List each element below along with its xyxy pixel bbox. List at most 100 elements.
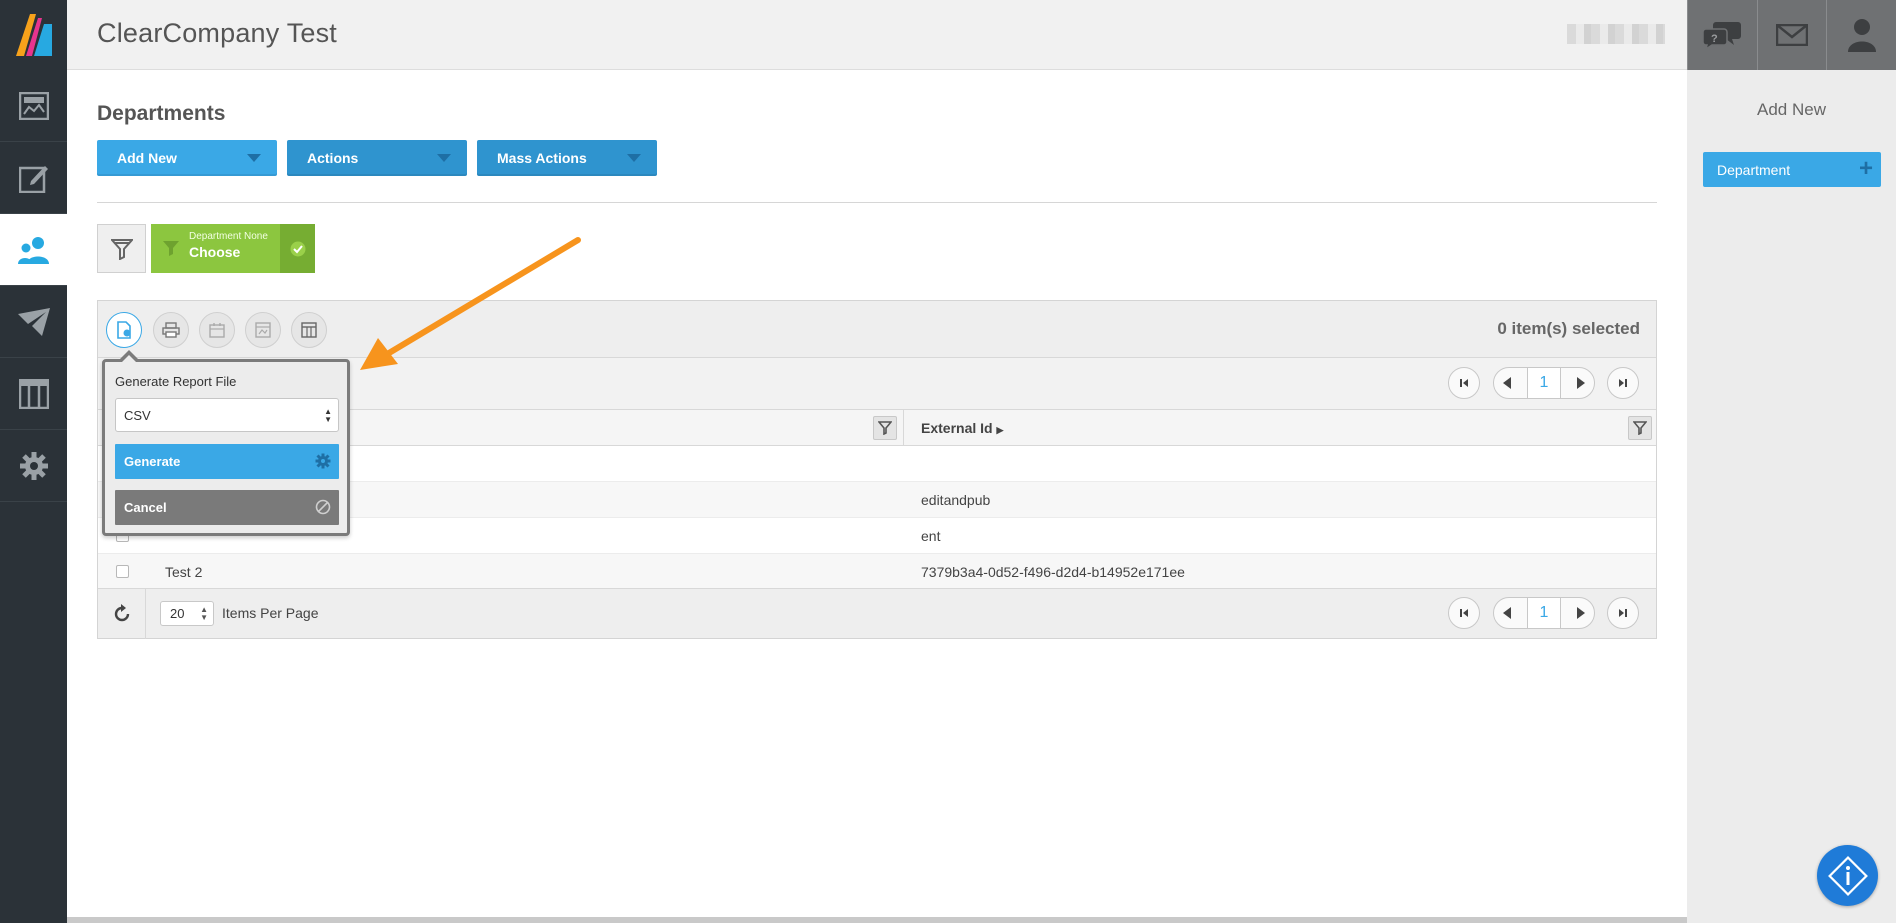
profile-button[interactable] (1826, 0, 1896, 70)
row-external-id: editandpub (921, 492, 991, 508)
mail-icon (1776, 24, 1808, 46)
next-icon (1577, 607, 1585, 619)
app-title: ClearCompany Test (97, 18, 338, 48)
first-page-icon (1460, 609, 1468, 617)
generate-label: Generate (124, 454, 181, 469)
svg-text:?: ? (1711, 33, 1718, 45)
popover-pointer-inner (122, 355, 136, 362)
check-circle-icon (290, 241, 305, 256)
refresh-icon (114, 604, 129, 622)
next-page-button[interactable] (1574, 606, 1588, 625)
columns-button[interactable] (291, 312, 327, 348)
cancel-label: Cancel (124, 500, 167, 515)
divider (97, 202, 1657, 203)
select-spinner-icon: ▲ ▼ (324, 407, 332, 424)
add-department-button[interactable]: Department + (1703, 152, 1881, 187)
items-per-page-value: 20 (170, 606, 185, 621)
filter-icon (878, 421, 892, 435)
column-divider (903, 410, 904, 446)
next-page-button[interactable] (1574, 376, 1588, 395)
header-actions: ? (1687, 0, 1896, 70)
send-icon (17, 307, 50, 336)
app-logo[interactable] (0, 0, 67, 70)
add-new-label: Add New (117, 150, 177, 166)
row-external-id: 7379b3a4-0d52-f496-d2d4-b14952e171ee (921, 564, 1185, 580)
nav-send[interactable] (0, 286, 67, 358)
actions-label: Actions (307, 150, 359, 166)
page-nav: 1 (1493, 597, 1595, 629)
file-export-icon (117, 321, 131, 339)
ban-icon (315, 499, 331, 515)
refresh-button[interactable] (98, 589, 146, 639)
first-page-button[interactable] (1448, 367, 1480, 399)
chevron-down-icon (247, 154, 261, 162)
current-page[interactable]: 1 (1527, 598, 1561, 628)
report-format-select[interactable]: CSV ▲ ▼ (115, 398, 339, 432)
mail-button[interactable] (1756, 0, 1827, 70)
printer-icon (162, 322, 180, 338)
name-column-filter[interactable] (873, 416, 897, 440)
gear-icon (19, 451, 48, 480)
current-page[interactable]: 1 (1527, 368, 1561, 398)
calendar-icon (209, 323, 225, 338)
items-per-page-select[interactable]: 20 ▲ ▼ (160, 601, 214, 626)
schedule-button[interactable] (199, 312, 235, 348)
prev-page-button[interactable] (1500, 376, 1514, 395)
bottom-scrollbar[interactable] (67, 917, 1687, 923)
first-page-button[interactable] (1448, 597, 1480, 629)
chip-value: Choose (189, 244, 241, 260)
last-page-icon (1619, 609, 1627, 617)
gear-icon (315, 453, 331, 469)
prev-icon (1503, 607, 1511, 619)
last-page-button[interactable] (1607, 367, 1639, 399)
edit-icon (18, 165, 48, 193)
chevron-down-icon (627, 154, 641, 162)
add-department-label: Department (1717, 161, 1791, 178)
table-columns-icon (301, 322, 317, 338)
prev-page-button[interactable] (1500, 606, 1514, 625)
actions-dropdown[interactable]: Actions (287, 140, 467, 176)
prev-icon (1503, 377, 1511, 389)
first-page-icon (1460, 379, 1468, 387)
print-button[interactable] (153, 312, 189, 348)
nav-people[interactable] (0, 214, 67, 286)
external-id-column-filter[interactable] (1628, 416, 1652, 440)
last-page-icon (1619, 379, 1627, 387)
export-report-button[interactable] (106, 312, 142, 348)
nav-settings[interactable] (0, 430, 67, 502)
mass-actions-dropdown[interactable]: Mass Actions (477, 140, 657, 176)
pager-top: 1 (1448, 367, 1639, 399)
people-icon (17, 236, 49, 264)
pager-bottom: 1 (1448, 597, 1639, 629)
chat-button[interactable]: ? (1687, 0, 1757, 70)
info-button[interactable] (1817, 845, 1878, 906)
top-bar: ClearCompany Test (67, 0, 1687, 70)
chat-icon: ? (1702, 22, 1742, 50)
cancel-button[interactable]: Cancel (115, 490, 339, 525)
nav-columns[interactable] (0, 358, 67, 430)
table-toolbar: 0 item(s) selected (98, 301, 1656, 358)
left-nav (0, 0, 67, 923)
row-checkbox[interactable] (116, 565, 129, 578)
selected-count: 0 item(s) selected (1497, 319, 1640, 338)
generate-button[interactable]: Generate (115, 444, 339, 479)
page-title: Departments (97, 102, 226, 125)
nav-edit[interactable] (0, 142, 67, 214)
nav-dashboard[interactable] (0, 70, 67, 142)
row-external-id: ent (921, 528, 941, 544)
user-name-blurred[interactable] (1567, 24, 1665, 44)
filter-button[interactable] (97, 224, 146, 273)
popover-title: Generate Report File (115, 374, 237, 389)
department-filter-chip[interactable]: Department None Choose (151, 224, 315, 273)
external-id-header[interactable]: External Id ▶ (921, 420, 1003, 436)
annotation-arrow (360, 237, 581, 370)
info-icon (1827, 855, 1868, 896)
user-icon (1847, 19, 1876, 52)
add-new-dropdown[interactable]: Add New (97, 140, 277, 176)
chart-report-button[interactable] (245, 312, 281, 348)
table-row[interactable]: Test 2 7379b3a4-0d52-f496-d2d4-b14952e17… (98, 554, 1656, 590)
external-id-header-label: External Id (921, 420, 993, 436)
page-nav: 1 (1493, 367, 1595, 399)
last-page-button[interactable] (1607, 597, 1639, 629)
chip-confirm[interactable] (280, 224, 315, 273)
